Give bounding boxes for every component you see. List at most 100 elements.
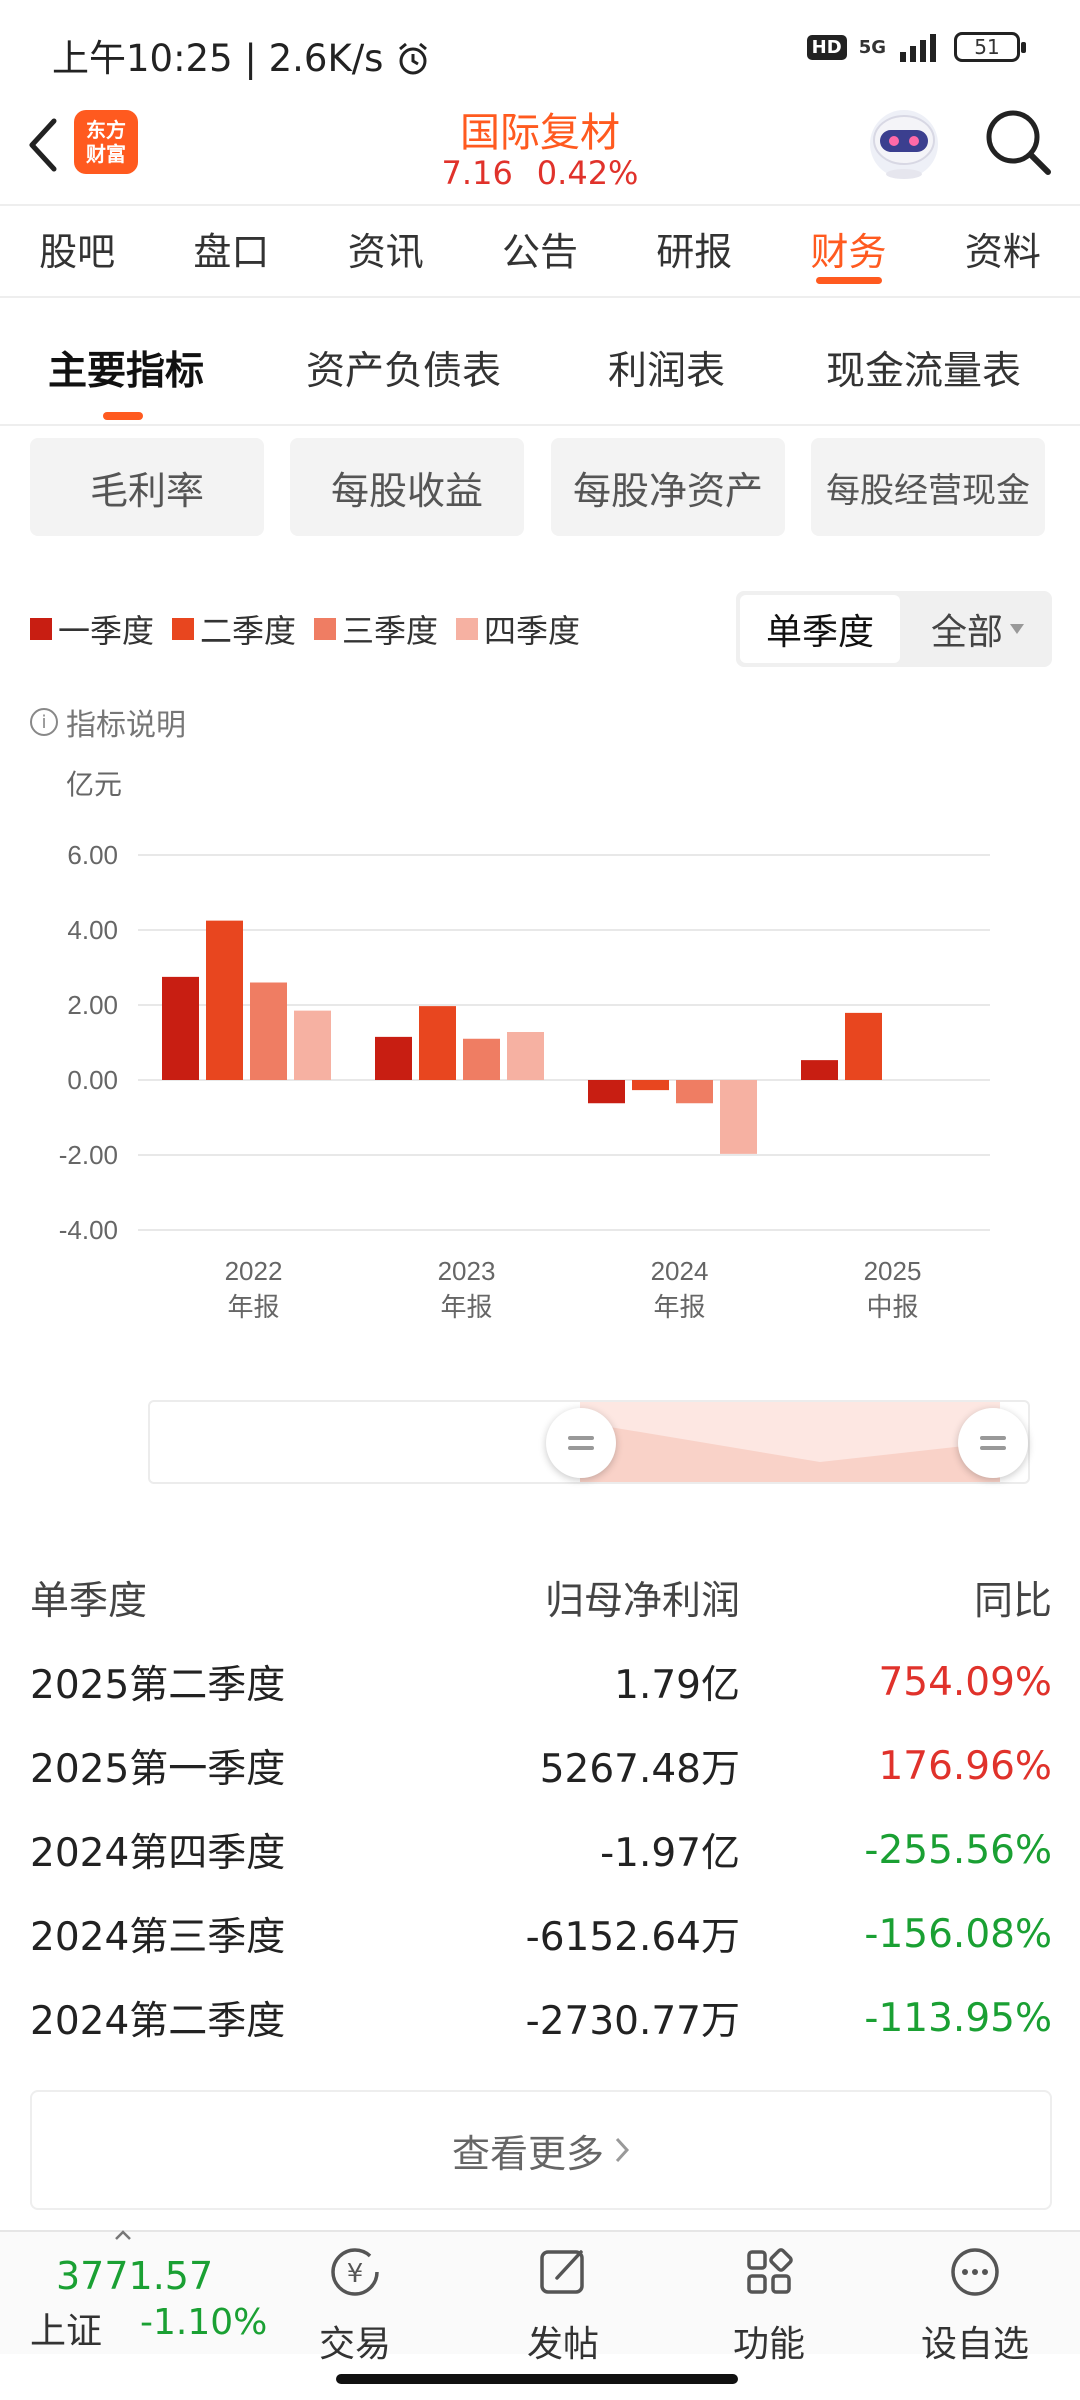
signal-icon: [900, 34, 936, 62]
chip-bvps[interactable]: 每股净资产: [551, 438, 785, 536]
trade-yen-icon: ¥: [331, 2248, 379, 2296]
svg-text:¥: ¥: [347, 2259, 364, 2289]
subtab-cash-flow[interactable]: 现金流量表: [826, 340, 1021, 396]
bar-2022-q1[interactable]: [162, 976, 199, 1080]
subtab-balance-sheet[interactable]: 资产负债表: [306, 340, 501, 396]
functions-button[interactable]: 功能: [704, 2242, 834, 2367]
bar-2024-q2[interactable]: [632, 1080, 669, 1091]
tab-pankou[interactable]: 盘口: [154, 206, 308, 296]
legend-swatch-q1: [30, 618, 52, 640]
range-preview-sparkline: [580, 1422, 1000, 1482]
subtab-income-statement[interactable]: 利润表: [608, 340, 725, 396]
y-axis-unit: 亿元: [66, 769, 122, 800]
indicator-explanation-link[interactable]: i 指标说明: [30, 700, 186, 744]
bar-2022-q3[interactable]: [250, 982, 287, 1081]
y-axis-ticks: 6.00 4.00 2.00 0.00 -2.00 -4.00: [59, 840, 118, 1245]
row-period: 2025第二季度: [30, 1663, 286, 1708]
chart-range-slider[interactable]: [148, 1400, 1030, 1484]
net-profit-bar-chart: 亿元 6.00 4.00 2.00 0.00 -2.00 -4.00 2022 年报 2023…: [59, 769, 990, 1323]
subtab-key-indicators[interactable]: 主要指标: [48, 340, 204, 396]
post-label: 发帖: [526, 2324, 599, 2365]
bar-2023-q1[interactable]: [375, 1036, 412, 1080]
period-single-quarter-button[interactable]: 单季度: [740, 595, 900, 663]
bar-2023-q2[interactable]: [419, 1006, 456, 1080]
table-row[interactable]: 2025第二季度 1.79亿 754.09%: [30, 1640, 1052, 1724]
y-tick-label: 4.00: [67, 915, 118, 945]
bar-2023-q4[interactable]: [507, 1032, 544, 1080]
subtab-active-indicator: [103, 412, 143, 420]
period-all-dropdown[interactable]: 全部: [908, 595, 1048, 663]
market-index-name[interactable]: 上证: [30, 2302, 102, 2354]
row-net-profit: 5267.48万: [539, 1747, 740, 1792]
legend-label-q4: 四季度: [484, 612, 581, 650]
table-row[interactable]: 2024第二季度 -2730.77万 -113.95%: [30, 1976, 1052, 2060]
table-header-period: 单季度: [30, 1579, 148, 1624]
row-net-profit: -6152.64万: [525, 1915, 740, 1960]
tab-guba[interactable]: 股吧: [0, 206, 154, 296]
bar-2023-q3[interactable]: [463, 1038, 500, 1080]
row-yoy: -156.08%: [864, 1911, 1052, 1957]
y-tick-label: -4.00: [59, 1215, 118, 1245]
table-row[interactable]: 2025第一季度 5267.48万 176.96%: [30, 1724, 1052, 1808]
range-selected-area: [580, 1402, 1000, 1482]
battery-icon: 51: [954, 32, 1026, 62]
legend-swatch-q2: [172, 618, 195, 640]
x-tick-period: 年报: [227, 1293, 279, 1323]
trade-label: 交易: [318, 2324, 391, 2365]
row-yoy: -255.56%: [864, 1827, 1052, 1873]
x-tick-period: 年报: [653, 1293, 705, 1323]
row-period: 2024第四季度: [30, 1831, 286, 1876]
range-handle-left[interactable]: [546, 1408, 616, 1478]
x-tick-year: 2024: [651, 1256, 709, 1286]
battery-level: 51: [974, 35, 1000, 59]
view-more-button[interactable]: 查看更多: [30, 2090, 1052, 2210]
y-tick-label: 6.00: [67, 840, 118, 870]
ai-assistant-avatar[interactable]: [864, 104, 944, 180]
finance-sub-tabs: 主要指标 资产负债表 利润表 现金流量表: [0, 298, 1080, 426]
market-index-value[interactable]: 3771.57: [56, 2254, 213, 2298]
chip-gross-margin[interactable]: 毛利率: [30, 438, 264, 536]
bar-2024-q3[interactable]: [676, 1080, 713, 1104]
bar-2024-q4[interactable]: [720, 1080, 757, 1154]
legend-item-q4: 四季度: [456, 606, 580, 652]
stock-price: 7.16: [441, 154, 513, 192]
chip-eps[interactable]: 每股收益: [290, 438, 524, 536]
network-type: 5G: [858, 36, 886, 58]
x-tick-period: 中报: [866, 1293, 918, 1323]
post-button[interactable]: 发帖: [498, 2242, 628, 2367]
alarm-icon: [399, 42, 428, 75]
bar-2025-q2[interactable]: [845, 1012, 882, 1080]
range-handle-right[interactable]: [958, 1408, 1028, 1478]
bar-2025-q1[interactable]: [801, 1060, 838, 1080]
period-toggle: 单季度 全部: [736, 591, 1052, 667]
search-button[interactable]: [982, 106, 1054, 178]
period-all-label: 全部: [930, 612, 1003, 653]
status-time: 上午10:25 | 2.6K/s: [52, 28, 431, 82]
chart-legend: 一季度 二季度 三季度 四季度: [30, 606, 580, 652]
chevron-right-icon: [615, 2137, 630, 2163]
trade-button[interactable]: ¥ 交易: [290, 2242, 420, 2367]
tab-profile[interactable]: 资料: [926, 206, 1080, 296]
bar-2022-q2[interactable]: [206, 920, 243, 1080]
tab-finance[interactable]: 财务: [771, 206, 925, 296]
info-icon: i: [30, 708, 58, 736]
market-index-change[interactable]: -1.10%: [140, 2302, 267, 2343]
tab-announcements[interactable]: 公告: [463, 206, 617, 296]
chip-ocf-per-share[interactable]: 每股经营现金: [811, 438, 1045, 536]
tab-research[interactable]: 研报: [617, 206, 771, 296]
add-watchlist-button[interactable]: 设自选: [910, 2242, 1040, 2367]
legend-label-q1: 一季度: [58, 612, 155, 650]
status-time-text: 上午10:25 | 2.6K/s: [52, 37, 384, 80]
main-tab-bar: 股吧 盘口 资讯 公告 研报 财务 资料: [0, 204, 1080, 298]
x-tick-period: 年报: [440, 1293, 492, 1323]
expand-up-icon[interactable]: [114, 2230, 132, 2240]
stock-header: 东方财富 国际复材 7.16 0.42%: [0, 100, 1080, 200]
table-row[interactable]: 2024第三季度 -6152.64万 -156.08%: [30, 1892, 1052, 1976]
chart-bars: [162, 920, 882, 1154]
bar-2024-q1[interactable]: [588, 1080, 625, 1104]
legend-label-q2: 二季度: [200, 612, 297, 650]
table-row[interactable]: 2024第四季度 -1.97亿 -255.56%: [30, 1808, 1052, 1892]
tab-news[interactable]: 资讯: [309, 206, 463, 296]
bar-2022-q4[interactable]: [294, 1010, 331, 1080]
robot-icon: [870, 110, 938, 179]
